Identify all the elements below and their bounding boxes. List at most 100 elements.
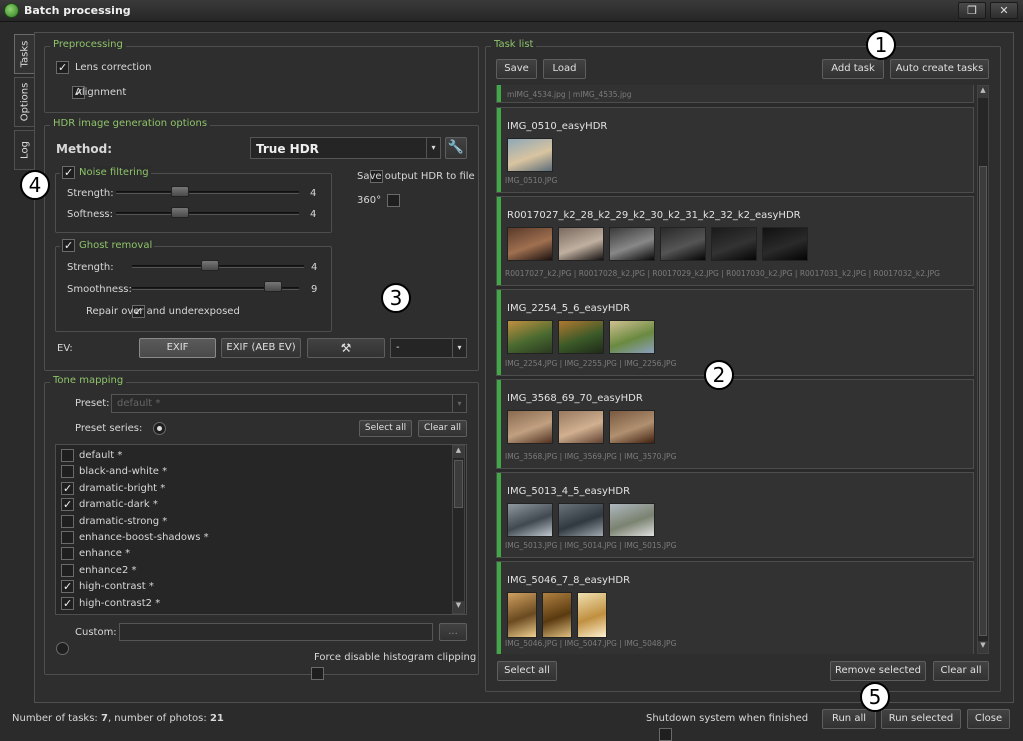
remove-selected-button[interactable]: Remove selected [830,661,926,681]
ev-manual-tool-icon[interactable]: ⚒ [307,338,385,358]
preset-checkbox[interactable] [61,449,74,462]
task-photo-thumbnail [507,410,553,444]
preset-select[interactable]: default * ▾ [111,394,467,413]
tab-log[interactable]: Log [14,130,34,170]
preprocessing-title: Preprocessing [50,39,126,50]
callout-2: 2 [704,360,734,390]
task-item[interactable]: IMG_3568_69_70_easyHDR IMG_3568.JPG | IMG… [496,379,974,469]
preset-label: Preset: [75,398,110,409]
custom-browse-button[interactable]: ... [439,623,467,641]
noise-softness-slider[interactable] [116,212,299,215]
load-button[interactable]: Load [543,59,586,79]
preset-list-item[interactable]: dramatic-strong * [61,514,168,528]
scroll-thumb[interactable] [454,460,463,508]
task-item[interactable]: IMG_2254_5_6_easyHDR IMG_2254.JPG | IMG_2… [496,289,974,376]
task-photo-thumbnail [542,592,572,638]
custom-path-input[interactable] [119,623,433,641]
preset-list-item[interactable]: enhance2 * [61,563,137,577]
presets-clear-all-button[interactable]: Clear all [418,420,467,437]
tab-tasks[interactable]: Tasks [14,34,34,74]
hdr-options-title: HDR image generation options [50,118,211,129]
ghost-removal-checkbox[interactable] [62,239,75,252]
shutdown-label: Shutdown system when finished [646,713,809,724]
scroll-down-icon[interactable]: ▼ [978,641,988,653]
task-item[interactable]: R0017027_k2_28_k2_29_k2_30_k2_31_k2_32_k… [496,196,974,286]
preset-list-item[interactable]: high-contrast * [61,580,154,594]
scroll-down-icon[interactable]: ▼ [453,601,464,613]
lens-correction-checkbox[interactable] [56,61,69,74]
custom-radio[interactable] [56,642,69,655]
method-settings-wrench-icon[interactable]: 🔧 [445,137,467,159]
run-selected-button[interactable]: Run selected [881,709,961,729]
noise-strength-slider[interactable] [116,191,299,194]
preset-name: dramatic-strong * [79,515,168,527]
force-disable-checkbox[interactable] [311,667,325,680]
noise-softness-handle[interactable] [171,207,189,218]
ghost-smoothness-handle[interactable] [264,281,282,292]
preset-checkbox[interactable] [61,465,74,479]
preset-list-item[interactable]: dramatic-bright * [61,481,165,495]
task-files: mIMG_4534.jpg | mIMG_4535.jpg [507,90,632,99]
tone-mapping-title: Tone mapping [50,375,127,386]
alignment-label: Alignment [75,87,127,98]
presets-select-all-button[interactable]: Select all [359,420,412,437]
task-item[interactable]: IMG_5046_7_8_easyHDR IMG_5046.JPG | IMG_5… [496,561,974,654]
tasks-clear-all-button[interactable]: Clear all [933,661,989,681]
close-button[interactable]: Close [967,709,1010,729]
custom-label: Custom: [75,627,117,638]
task-files: IMG_0510.JPG [505,176,558,185]
preset-name: enhance-boost-shadows * [79,532,209,543]
task-status-bar [497,290,501,375]
ghost-smoothness-value: 9 [311,284,318,295]
preset-checkbox[interactable] [61,596,74,610]
preset-checkbox[interactable] [61,547,74,561]
preset-series-label: Preset series: [75,423,143,434]
preset-list-item[interactable]: default * [61,449,122,462]
preset-checkbox[interactable] [61,531,74,544]
photos-count: 21 [209,713,224,724]
task-item[interactable]: IMG_5013_4_5_easyHDR IMG_5013.JPG | IMG_5… [496,472,974,558]
preset-checkbox[interactable] [61,481,74,495]
method-label: Method: [56,142,112,156]
scroll-thumb[interactable] [979,166,987,636]
preset-checkbox[interactable] [61,563,74,577]
task-photo-thumbnail [507,503,553,537]
preset-checkbox[interactable] [61,498,74,512]
scroll-up-icon[interactable]: ▲ [978,86,988,98]
add-task-button[interactable]: Add task [822,59,884,79]
noise-filtering-checkbox[interactable] [62,166,75,179]
task-list-scrollbar[interactable]: ▲ ▼ [977,85,989,654]
preset-list-item[interactable]: enhance-boost-shadows * [61,531,209,544]
task-name: IMG_5046_7_8_easyHDR [507,575,631,586]
run-all-button[interactable]: Run all [822,709,876,729]
preset-list-scrollbar[interactable]: ▲ ▼ [452,445,465,614]
auto-create-tasks-button[interactable]: Auto create tasks [890,59,989,79]
restore-icon[interactable]: ❐ [958,2,986,19]
close-icon[interactable]: ✕ [990,2,1018,19]
task-item[interactable]: IMG_0510_easyHDR IMG_0510.JPG [496,107,974,193]
preset-name: enhance2 * [79,564,137,576]
preset-list-item[interactable]: high-contrast2 * [61,596,161,610]
preset-list-item[interactable]: black-and-white * [61,465,167,479]
tasks-select-all-button[interactable]: Select all [497,661,557,681]
preprocessing-group: Preprocessing [44,39,479,113]
save-button[interactable]: Save [496,59,537,79]
shutdown-checkbox[interactable] [659,728,673,741]
scroll-up-icon[interactable]: ▲ [453,446,464,458]
preset-list-item[interactable]: enhance * [61,547,130,561]
preset-list-item[interactable]: dramatic-dark * [61,498,158,512]
task-item-partial[interactable]: mIMG_4534.jpg | mIMG_4535.jpg [496,85,974,103]
ghost-strength-handle[interactable] [201,260,219,271]
task-list-viewport: mIMG_4534.jpg | mIMG_4535.jpg IMG_0510_e… [496,85,974,654]
preset-checkbox[interactable] [61,514,74,528]
method-select[interactable]: True HDR ▾ [250,137,441,159]
deg360-checkbox[interactable] [386,194,400,207]
noise-strength-handle[interactable] [171,186,189,197]
preset-name: high-contrast2 * [79,597,161,609]
ev-exif-aeb-button[interactable]: EXIF (AEB EV) [221,338,301,358]
task-photo-thumbnail [609,410,655,444]
preset-checkbox[interactable] [61,580,74,594]
tab-options[interactable]: Options [14,77,34,127]
ev-select[interactable]: - ▾ [390,338,467,358]
ev-exif-button[interactable]: EXIF [139,338,216,358]
